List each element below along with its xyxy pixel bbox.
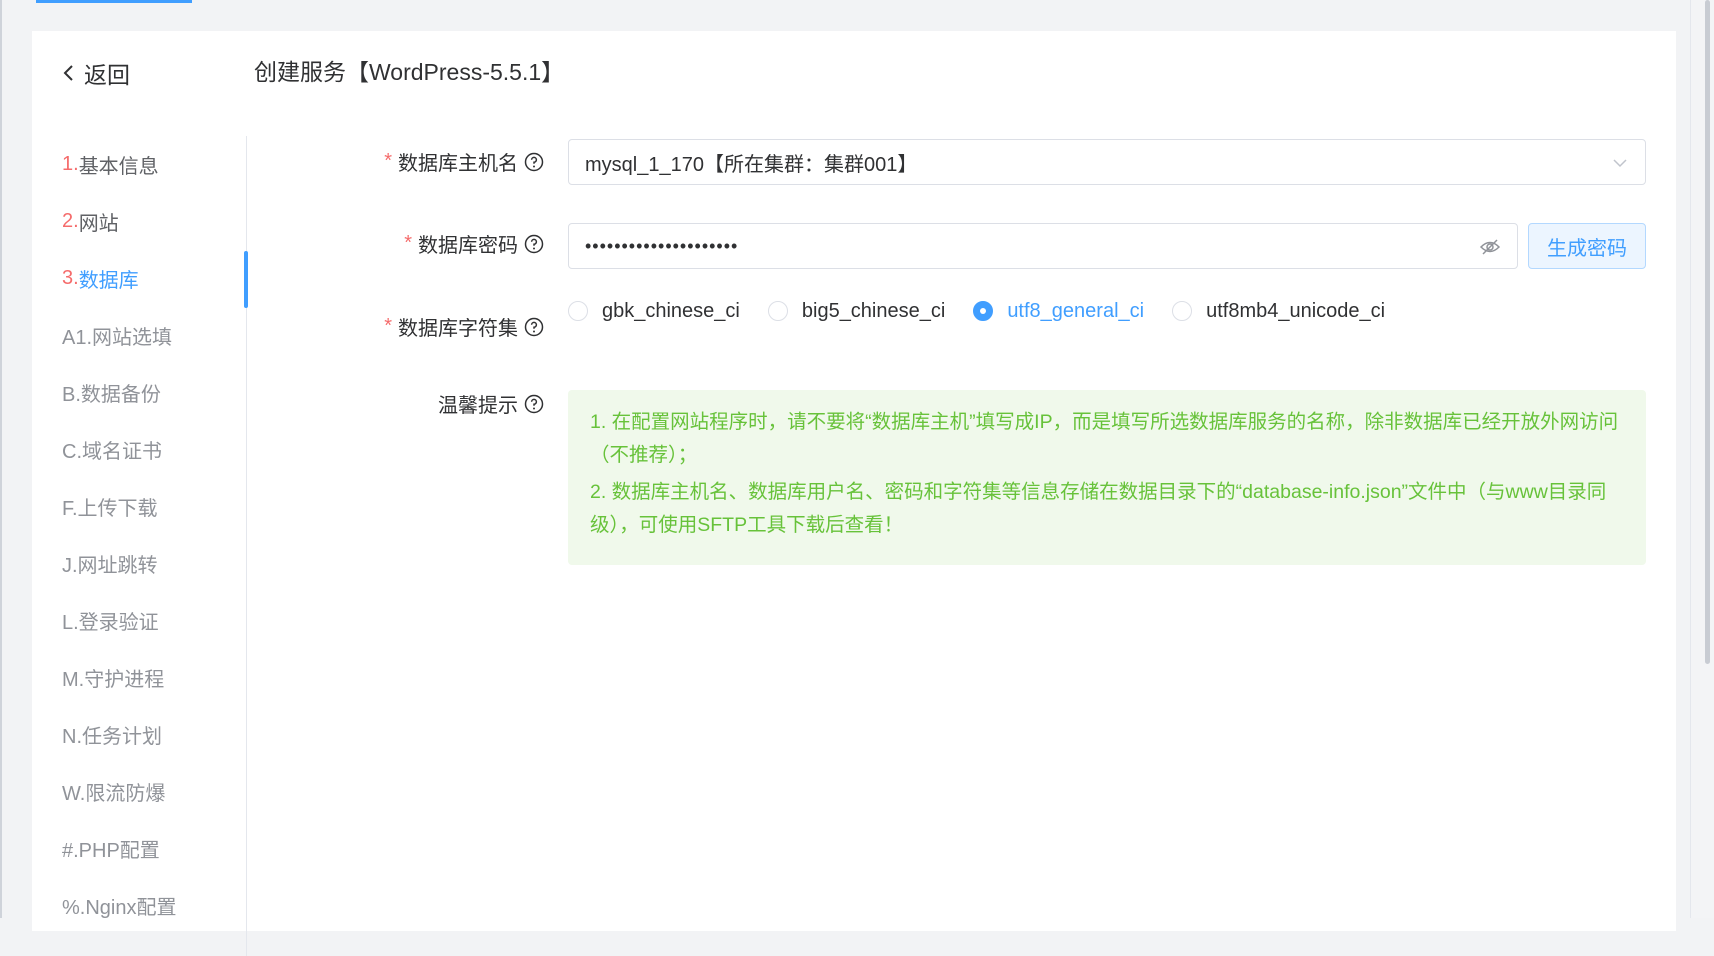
radio-label: big5_chinese_ci	[801, 299, 946, 322]
password-label: * 数据库密码	[404, 229, 544, 258]
password-value: •••••••••••••••••••••	[585, 235, 739, 256]
step-label: L.登录验证	[62, 612, 159, 634]
radio-circle	[767, 301, 788, 321]
radio-circle	[973, 301, 994, 321]
tip-box: 1. 在配置网站程序时，请不要将“数据库主机”填写成IP，而是填写所选数据库服务…	[568, 390, 1646, 565]
radio-gbk-chinese-ci[interactable]: gbk_chinese_ci	[568, 300, 740, 323]
step-number: 1.	[62, 153, 79, 175]
step-number: 2.	[62, 210, 79, 232]
step-upload-download[interactable]: F.上传下载	[62, 478, 280, 535]
step-number: 3.	[62, 267, 79, 289]
page-title: 创建服务【WordPress-5.5.1】	[254, 59, 565, 85]
step-domain-cert[interactable]: C.域名证书	[62, 421, 280, 478]
page-scrollbar-thumb[interactable]	[1705, 0, 1710, 664]
step-website-optional[interactable]: A1.网站选填	[62, 307, 280, 364]
radio-circle	[568, 301, 588, 321]
step-label: A1.网站选填	[62, 327, 173, 349]
required-mark: *	[384, 150, 392, 172]
tip-line: 2. 数据库主机名、数据库用户名、密码和字符集等信息存储在数据目录下的“data…	[590, 481, 1607, 536]
create-service-card: 返回 创建服务【WordPress-5.5.1】 1. 基本信息 2. 网站 3. 数…	[32, 31, 1676, 956]
step-nginx-config[interactable]: %.Nginx配置	[62, 877, 280, 934]
step-label: B.数据备份	[62, 384, 161, 406]
host-select-value: mysql_1_170【所在集群：集群001】	[585, 153, 918, 176]
step-label: M.守护进程	[62, 669, 165, 691]
step-cron[interactable]: N.任务计划	[62, 706, 280, 763]
generate-password-button[interactable]: 生成密码	[1528, 223, 1646, 269]
radio-label: utf8_general_ci	[1007, 299, 1145, 322]
step-label: F.上传下载	[62, 498, 158, 520]
question-circle-icon[interactable]	[524, 234, 544, 254]
back-label: 返回	[84, 62, 130, 88]
step-label: C.域名证书	[62, 441, 162, 463]
page-scrollbar-track[interactable]	[1690, 0, 1714, 918]
password-label-text: 数据库密码	[418, 235, 518, 257]
window-left-edge	[0, 0, 2, 918]
charset-label: * 数据库字符集	[384, 312, 544, 341]
password-input[interactable]: •••••••••••••••••••••	[568, 223, 1518, 269]
back-button[interactable]: 返回	[62, 55, 130, 91]
charset-radio-group: gbk_chinese_ci big5_chinese_ci utf8_gene…	[568, 293, 1413, 329]
step-data-backup[interactable]: B.数据备份	[62, 364, 280, 421]
radio-label: gbk_chinese_ci	[602, 299, 740, 322]
step-url-redirect[interactable]: J.网址跳转	[62, 535, 280, 592]
step-daemon[interactable]: M.守护进程	[62, 649, 280, 706]
step-basic-info[interactable]: 1. 基本信息	[62, 136, 280, 193]
required-mark: *	[384, 315, 392, 337]
step-label: 基本信息	[78, 156, 159, 178]
radio-utf8-general-ci[interactable]: utf8_general_ci	[973, 300, 1144, 323]
tip-line: 1. 在配置网站程序时，请不要将“数据库主机”填写成IP，而是填写所选数据库服务…	[590, 411, 1619, 466]
radio-utf8mb4-unicode-ci[interactable]: utf8mb4_unicode_ci	[1172, 300, 1385, 323]
required-mark: *	[404, 232, 412, 254]
host-label-text: 数据库主机名	[398, 153, 518, 175]
tip-label: 温馨提示	[438, 389, 544, 418]
host-select[interactable]: mysql_1_170【所在集群：集群001】	[568, 139, 1646, 185]
top-tab-indicator	[36, 0, 192, 3]
step-login-auth[interactable]: L.登录验证	[62, 592, 280, 649]
chevron-down-icon	[1613, 159, 1627, 168]
step-label: #.PHP配置	[62, 840, 160, 862]
step-label: 网站	[78, 213, 119, 235]
step-label: J.网址跳转	[62, 555, 158, 577]
host-label: * 数据库主机名	[384, 147, 544, 176]
question-circle-icon[interactable]	[524, 152, 544, 172]
tip-label-text: 温馨提示	[438, 395, 518, 417]
radio-circle	[1172, 301, 1193, 321]
charset-label-text: 数据库字符集	[398, 318, 518, 340]
question-circle-icon[interactable]	[524, 394, 544, 414]
step-rate-limit[interactable]: W.限流防爆	[62, 763, 280, 820]
radio-label: utf8mb4_unicode_ci	[1206, 299, 1386, 322]
step-label: N.任务计划	[62, 726, 162, 748]
step-website[interactable]: 2. 网站	[62, 193, 280, 250]
step-label: 数据库	[78, 270, 139, 292]
eye-off-icon[interactable]	[1479, 237, 1501, 257]
active-step-indicator	[244, 251, 248, 308]
step-php-config[interactable]: #.PHP配置	[62, 820, 280, 877]
step-label: %.Nginx配置	[62, 897, 177, 919]
chevron-left-icon	[63, 65, 73, 81]
radio-big5-chinese-ci[interactable]: big5_chinese_ci	[767, 299, 946, 323]
question-circle-icon[interactable]	[524, 317, 544, 337]
step-label: W.限流防爆	[62, 783, 166, 805]
